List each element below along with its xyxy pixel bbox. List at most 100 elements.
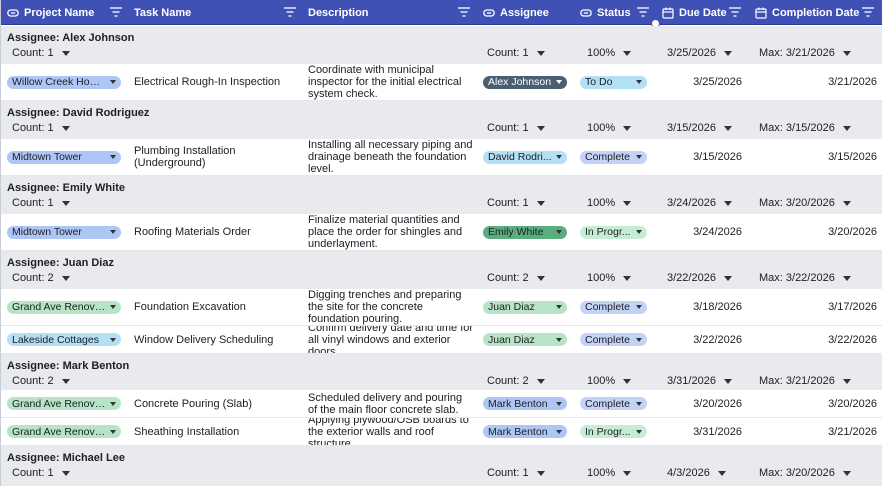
project-chip[interactable]: Midtown Tower <box>7 225 121 239</box>
description[interactable]: Installing all necessary piping and drai… <box>308 139 474 175</box>
table-row[interactable]: Midtown Tower Roofing Materials Order Fi… <box>1 214 882 251</box>
completion-date[interactable]: 3/20/2026 <box>755 390 877 417</box>
column-header-assignee[interactable]: Assignee <box>483 0 573 25</box>
status-chip[interactable]: Complete <box>580 397 647 410</box>
task-name[interactable]: Concrete Pouring (Slab) <box>134 390 304 417</box>
column-header-task[interactable]: Task Name <box>134 0 298 25</box>
table-row[interactable]: Lakeside Cottages Window Delivery Schedu… <box>1 326 882 354</box>
task-name[interactable]: Foundation Excavation <box>134 289 304 325</box>
status-chip[interactable]: Complete <box>580 150 647 164</box>
project-chip[interactable]: Grand Ave Renovat... <box>7 425 121 438</box>
group-percent[interactable]: 100% <box>587 272 632 284</box>
task-name[interactable]: Window Delivery Scheduling <box>134 326 304 353</box>
project-chip[interactable]: Grand Ave Renovat... <box>7 397 121 410</box>
column-header-completion-date[interactable]: Completion Date <box>755 0 879 25</box>
column-header-project[interactable]: Project Name <box>7 0 125 25</box>
group-max-completion[interactable]: Max: 3/21/2026 <box>759 375 851 387</box>
group-percent[interactable]: 100% <box>587 375 632 387</box>
group-count[interactable]: Count: 1 <box>487 122 545 134</box>
description[interactable]: Applying plywood/OSB boards to the exter… <box>308 418 474 445</box>
task-name[interactable]: Sheathing Installation <box>134 418 304 445</box>
completion-date[interactable]: 3/21/2026 <box>755 64 877 100</box>
project-chip[interactable]: Lakeside Cottages <box>7 333 121 346</box>
group-due-date[interactable]: 3/15/2026 <box>667 122 732 134</box>
filter-icon[interactable] <box>637 7 649 17</box>
group-header-juan-diaz[interactable]: Assignee: Juan Diaz Count: 2 Count: 2 10… <box>1 251 882 289</box>
group-count[interactable]: Count: 1 <box>12 197 70 209</box>
due-date[interactable]: 3/22/2026 <box>662 326 742 353</box>
group-count[interactable]: Count: 2 <box>12 272 70 284</box>
group-count[interactable]: Count: 2 <box>487 375 545 387</box>
due-date[interactable]: 3/18/2026 <box>662 289 742 325</box>
table-row[interactable]: Grand Ave Renovat... Foundation Excavati… <box>1 289 882 326</box>
group-count[interactable]: Count: 1 <box>487 47 545 59</box>
group-max-completion[interactable]: Max: 3/20/2026 <box>759 197 851 209</box>
table-row[interactable]: Willow Creek Homes Electrical Rough-In I… <box>1 64 882 101</box>
group-count[interactable]: Count: 1 <box>487 467 545 479</box>
task-name[interactable]: Electrical Rough-In Inspection <box>134 64 304 100</box>
status-chip[interactable]: Complete <box>580 300 647 314</box>
description[interactable]: Coordinate with municipal inspector for … <box>308 64 474 100</box>
group-percent[interactable]: 100% <box>587 467 632 479</box>
completion-date[interactable]: 3/17/2026 <box>755 289 877 325</box>
filter-icon[interactable] <box>458 7 470 17</box>
status-chip[interactable]: In Progr... <box>580 425 647 438</box>
task-name[interactable]: Roofing Materials Order <box>134 214 304 250</box>
assignee-chip[interactable]: Juan Diaz <box>483 333 567 346</box>
description[interactable]: Finalize material quantities and place t… <box>308 214 474 250</box>
group-max-completion[interactable]: Max: 3/20/2026 <box>759 467 851 479</box>
group-count[interactable]: Count: 1 <box>12 122 70 134</box>
group-max-completion[interactable]: Max: 3/21/2026 <box>759 47 851 59</box>
group-percent[interactable]: 100% <box>587 197 632 209</box>
assignee-chip[interactable]: Emily White <box>483 225 567 239</box>
description[interactable]: Confirm delivery date and time for all v… <box>308 326 474 353</box>
assignee-chip[interactable]: Juan Diaz <box>483 300 567 314</box>
group-count[interactable]: Count: 1 <box>12 467 70 479</box>
due-date[interactable]: 3/24/2026 <box>662 214 742 250</box>
column-header-status[interactable]: Status <box>580 0 650 25</box>
completion-date[interactable]: 3/22/2026 <box>755 326 877 353</box>
status-chip[interactable]: Complete <box>580 333 647 346</box>
project-chip[interactable]: Willow Creek Homes <box>7 75 121 89</box>
group-header-alex-johnson[interactable]: Assignee: Alex Johnson Count: 1 Count: 1… <box>1 26 882 64</box>
table-row[interactable]: Grand Ave Renovat... Sheathing Installat… <box>1 418 882 446</box>
completion-date[interactable]: 3/21/2026 <box>755 418 877 445</box>
assignee-chip[interactable]: Mark Benton <box>483 425 567 438</box>
column-header-description[interactable]: Description <box>308 0 472 25</box>
assignee-chip[interactable]: David Rodri... <box>483 150 567 164</box>
assignee-chip[interactable]: Alex Johnson <box>483 75 567 89</box>
completion-date[interactable]: 3/20/2026 <box>755 214 877 250</box>
project-chip[interactable]: Grand Ave Renovat... <box>7 300 121 314</box>
filter-icon[interactable] <box>284 7 296 17</box>
group-header-david-rodriguez[interactable]: Assignee: David Rodriguez Count: 1 Count… <box>1 101 882 139</box>
description[interactable]: Digging trenches and preparing the site … <box>308 289 474 325</box>
group-count[interactable]: Count: 2 <box>12 375 70 387</box>
status-chip[interactable]: To Do <box>580 75 647 89</box>
group-due-date[interactable]: 3/25/2026 <box>667 47 732 59</box>
filter-icon[interactable] <box>729 7 741 17</box>
group-count[interactable]: Count: 2 <box>487 272 545 284</box>
table-row[interactable]: Grand Ave Renovat... Concrete Pouring (S… <box>1 390 882 418</box>
group-due-date[interactable]: 3/22/2026 <box>667 272 732 284</box>
group-count[interactable]: Count: 1 <box>487 197 545 209</box>
group-count[interactable]: Count: 1 <box>12 47 70 59</box>
due-date[interactable]: 3/20/2026 <box>662 390 742 417</box>
completion-date[interactable]: 3/15/2026 <box>755 139 877 175</box>
due-date[interactable]: 3/31/2026 <box>662 418 742 445</box>
group-header-michael-lee[interactable]: Assignee: Michael Lee Count: 1 Count: 1 … <box>1 446 882 486</box>
group-percent[interactable]: 100% <box>587 122 632 134</box>
table-row[interactable]: Midtown Tower Plumbing Installation (Und… <box>1 139 882 176</box>
due-date[interactable]: 3/15/2026 <box>662 139 742 175</box>
project-chip[interactable]: Midtown Tower <box>7 150 121 164</box>
filter-icon[interactable] <box>862 7 874 17</box>
group-header-mark-benton[interactable]: Assignee: Mark Benton Count: 2 Count: 2 … <box>1 354 882 390</box>
group-percent[interactable]: 100% <box>587 47 632 59</box>
assignee-chip[interactable]: Mark Benton <box>483 397 567 410</box>
filter-icon[interactable] <box>110 7 122 17</box>
status-chip[interactable]: In Progr... <box>580 225 647 239</box>
description[interactable]: Scheduled delivery and pouring of the ma… <box>308 390 474 417</box>
group-header-emily-white[interactable]: Assignee: Emily White Count: 1 Count: 1 … <box>1 176 882 214</box>
group-due-date[interactable]: 4/3/2026 <box>667 467 726 479</box>
group-max-completion[interactable]: Max: 3/22/2026 <box>759 272 851 284</box>
group-max-completion[interactable]: Max: 3/15/2026 <box>759 122 851 134</box>
